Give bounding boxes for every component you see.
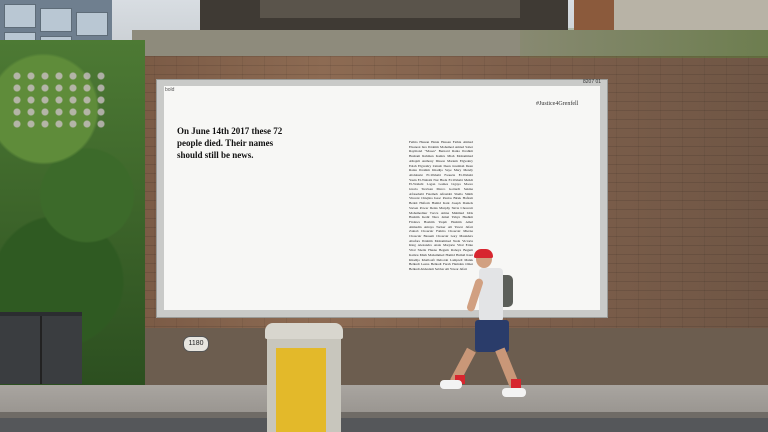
pedestrian-shirt <box>479 268 503 322</box>
window <box>4 4 36 28</box>
victim-names-list: Fethia Hassan Hania Hassan Fathia Ahmed … <box>409 140 473 271</box>
window <box>76 12 108 36</box>
white-sneaker <box>440 380 462 389</box>
bin-divider <box>40 316 42 384</box>
wheelie-bins <box>0 312 82 384</box>
window <box>40 8 72 32</box>
road <box>0 418 768 432</box>
wall-number-plate: 1180 <box>183 336 209 352</box>
billboard-logo: bold <box>165 87 175 93</box>
bollard-yellow-panel <box>276 348 326 432</box>
bridge-underside <box>260 0 520 18</box>
moss <box>520 28 768 58</box>
brick-pillar <box>574 0 614 30</box>
bollard-top <box>265 323 343 339</box>
billboard-hashtag: #Justice4Grenfell <box>536 101 579 107</box>
street-scene: bold 8207 01 On June 14th 2017 these 72 … <box>0 0 768 432</box>
red-sock <box>511 379 521 388</box>
flowers <box>10 70 110 130</box>
billboard-headline: On June 14th 2017 these 72 people died. … <box>177 126 283 160</box>
concrete-wall <box>614 0 768 30</box>
red-cap <box>474 249 493 258</box>
billboard-poster <box>164 86 600 310</box>
white-sneaker <box>502 388 526 397</box>
billboard-code: 8207 01 <box>583 79 602 85</box>
